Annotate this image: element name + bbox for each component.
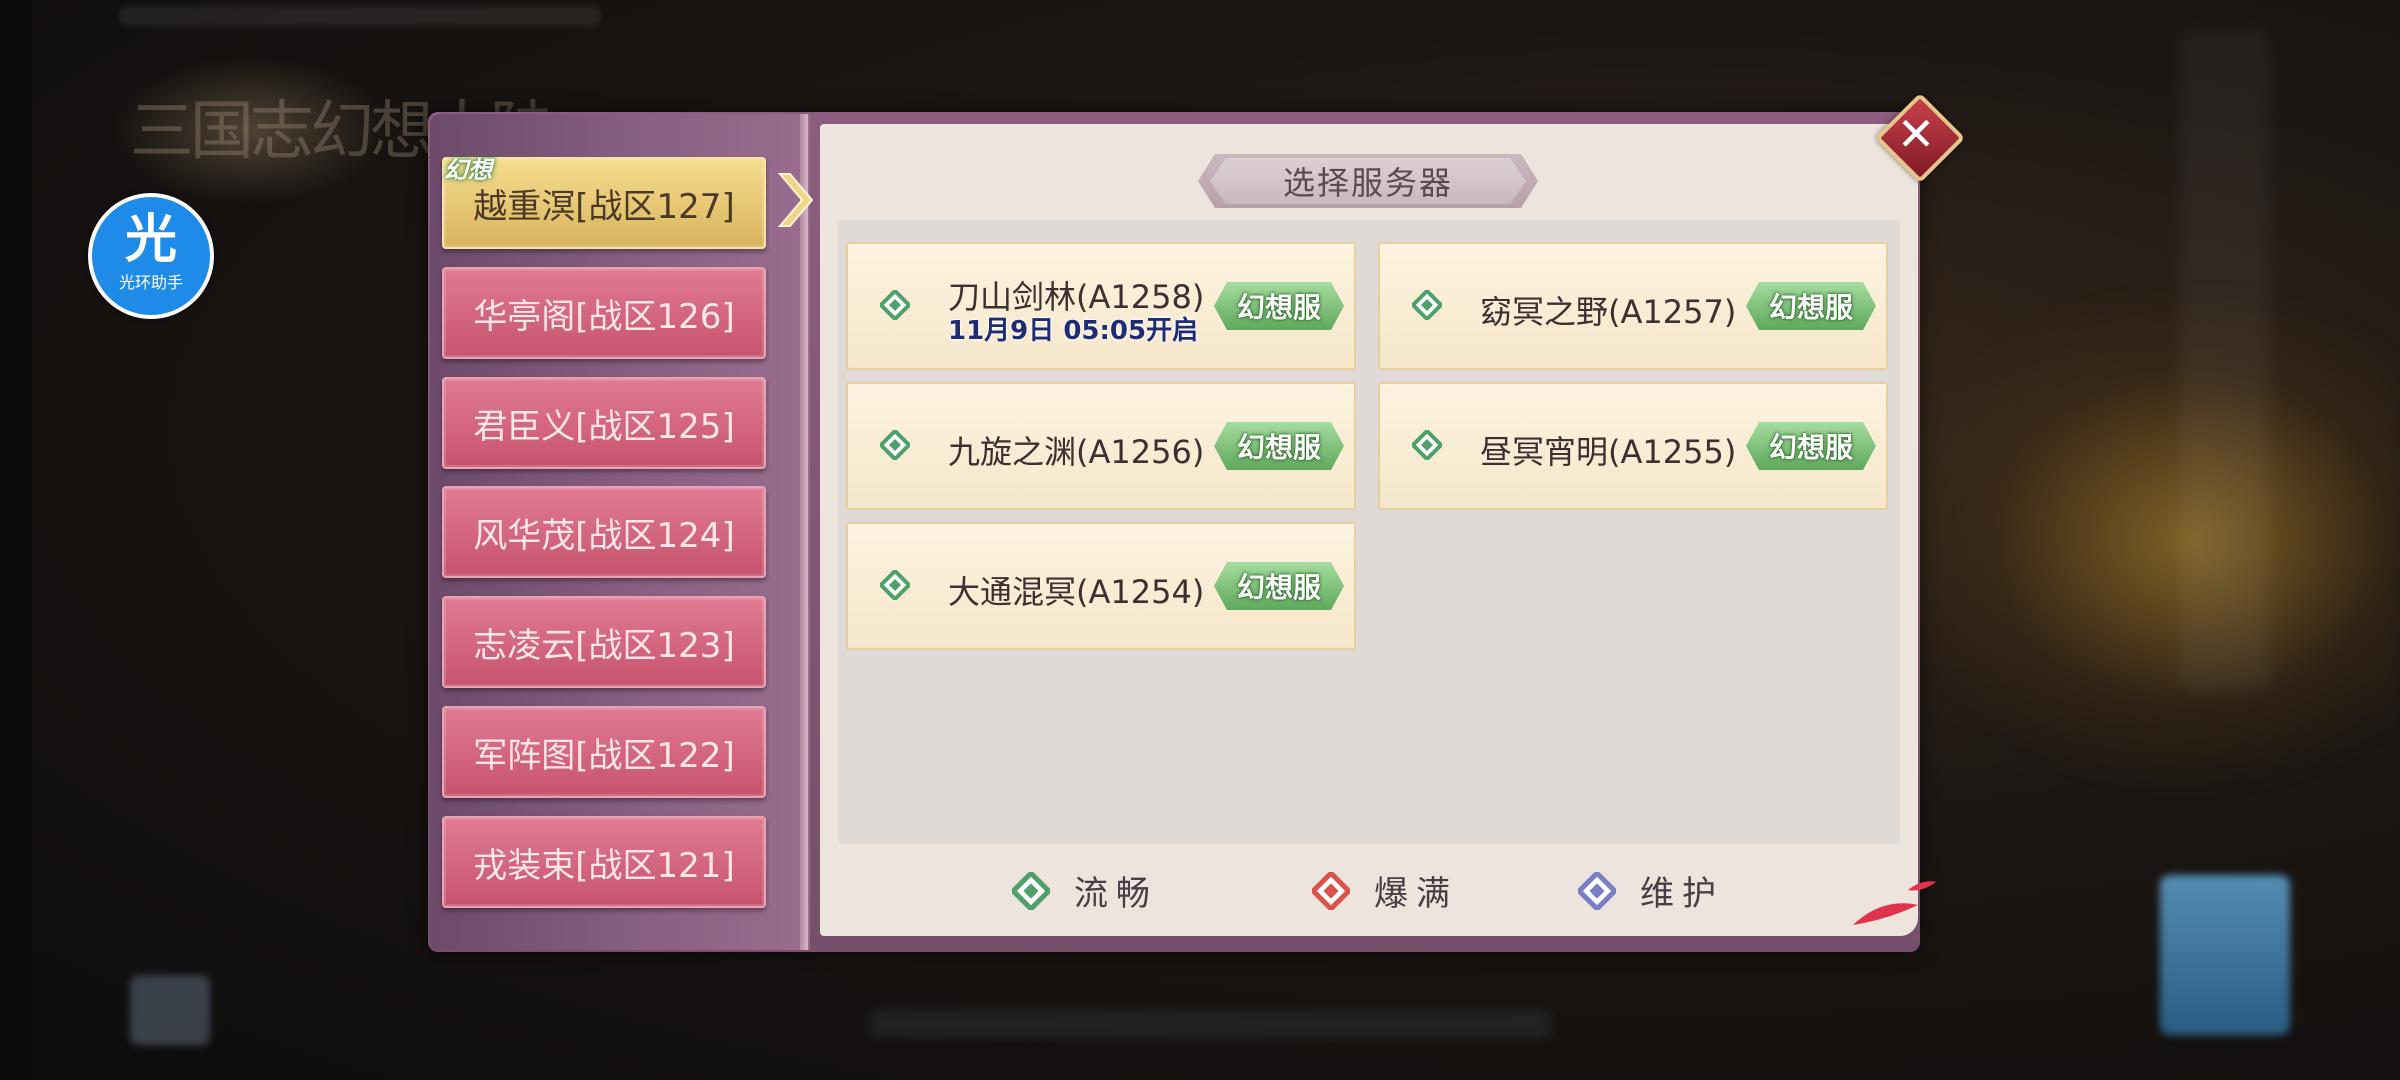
helper-label: 光环助手 xyxy=(118,273,183,292)
server-card[interactable]: 九旋之渊(A1256) 幻想服 xyxy=(846,382,1356,510)
dialog-title: 选择服务器 xyxy=(1210,158,1526,204)
helper-assistant-button[interactable]: 光 光环助手 xyxy=(88,193,214,319)
background-artwork xyxy=(1880,280,2400,800)
server-name: 九旋之渊(A1256) xyxy=(948,433,1205,471)
status-smooth-icon xyxy=(880,430,910,460)
zone-tab-122[interactable]: 军阵图[战区122] xyxy=(442,706,766,798)
zone-tab-123[interactable]: 志凌云[战区123] xyxy=(442,596,766,688)
server-card[interactable]: 窈冥之野(A1257) 幻想服 xyxy=(1378,242,1888,370)
server-name: 大通混冥(A1254) xyxy=(948,573,1205,611)
active-zone-arrow-icon xyxy=(777,173,814,227)
close-icon: ✕ xyxy=(1896,107,1936,161)
zone-tab-125[interactable]: 君臣义[战区125] xyxy=(442,377,766,469)
server-open-time: 11月9日 05:05开启 xyxy=(948,316,1199,346)
fantasy-server-badge: 幻想服 xyxy=(1214,422,1344,470)
status-smooth-icon xyxy=(880,570,910,600)
zone-tab-label: 华亭阁[战区126] xyxy=(473,296,735,337)
server-card[interactable]: 大通混冥(A1254) 幻想服 xyxy=(846,522,1356,650)
legend-label: 流畅 xyxy=(1074,874,1158,914)
zone-tab-124[interactable]: 风华茂[战区124] xyxy=(442,486,766,578)
server-name: 昼冥宵明(A1255) xyxy=(1480,433,1737,471)
legend-label: 爆满 xyxy=(1374,874,1458,914)
zone-tab-label: 戎装束[战区121] xyxy=(473,845,735,886)
petal-decoration-icon xyxy=(1853,881,1936,925)
zone-tab-label: 军阵图[战区122] xyxy=(473,735,735,776)
legend-maintenance: 维护 xyxy=(1578,866,1724,915)
panel-divider xyxy=(800,114,808,950)
background-footer-text xyxy=(870,1010,1550,1038)
zone-tab-label: 风华茂[战区124] xyxy=(473,515,735,556)
fantasy-server-badge: 幻想服 xyxy=(1214,562,1344,610)
zone-tab-label: 君臣义[战区125] xyxy=(473,406,735,447)
server-card[interactable]: 昼冥宵明(A1255) 幻想服 xyxy=(1378,382,1888,510)
background-notice-text xyxy=(120,6,600,26)
server-card[interactable]: 刀山剑林(A1258) 11月9日 05:05开启 幻想服 xyxy=(846,242,1356,370)
zone-tab-label: 越重溟[战区127] xyxy=(473,186,735,227)
fantasy-server-badge: 幻想服 xyxy=(1746,422,1876,470)
status-full-icon xyxy=(1312,871,1350,910)
status-smooth-icon xyxy=(1412,430,1442,460)
background-corner-icon xyxy=(130,975,210,1045)
status-maintenance-icon xyxy=(1578,871,1616,910)
close-button[interactable]: ✕ xyxy=(1874,92,1966,184)
legend-label: 维护 xyxy=(1640,874,1724,914)
fantasy-tag: 幻想 xyxy=(444,156,492,184)
fantasy-server-badge: 幻想服 xyxy=(1214,282,1344,330)
fantasy-server-badge: 幻想服 xyxy=(1746,282,1876,330)
legend-full: 爆满 xyxy=(1312,866,1458,915)
legend-smooth: 流畅 xyxy=(1012,866,1158,915)
zone-tab-126[interactable]: 华亭阁[战区126] xyxy=(442,267,766,359)
helper-logo-icon: 光 xyxy=(124,210,177,270)
status-smooth-icon xyxy=(1012,871,1050,910)
zone-tab-121[interactable]: 戎装束[战区121] xyxy=(442,816,766,908)
status-smooth-icon xyxy=(1412,290,1442,320)
server-name: 窈冥之野(A1257) xyxy=(1480,293,1737,331)
background-event-card xyxy=(2160,875,2290,1035)
status-smooth-icon xyxy=(880,290,910,320)
zone-tab-label: 志凌云[战区123] xyxy=(473,625,735,666)
background-edge xyxy=(0,0,32,1080)
background-side-menu xyxy=(2180,30,2270,690)
